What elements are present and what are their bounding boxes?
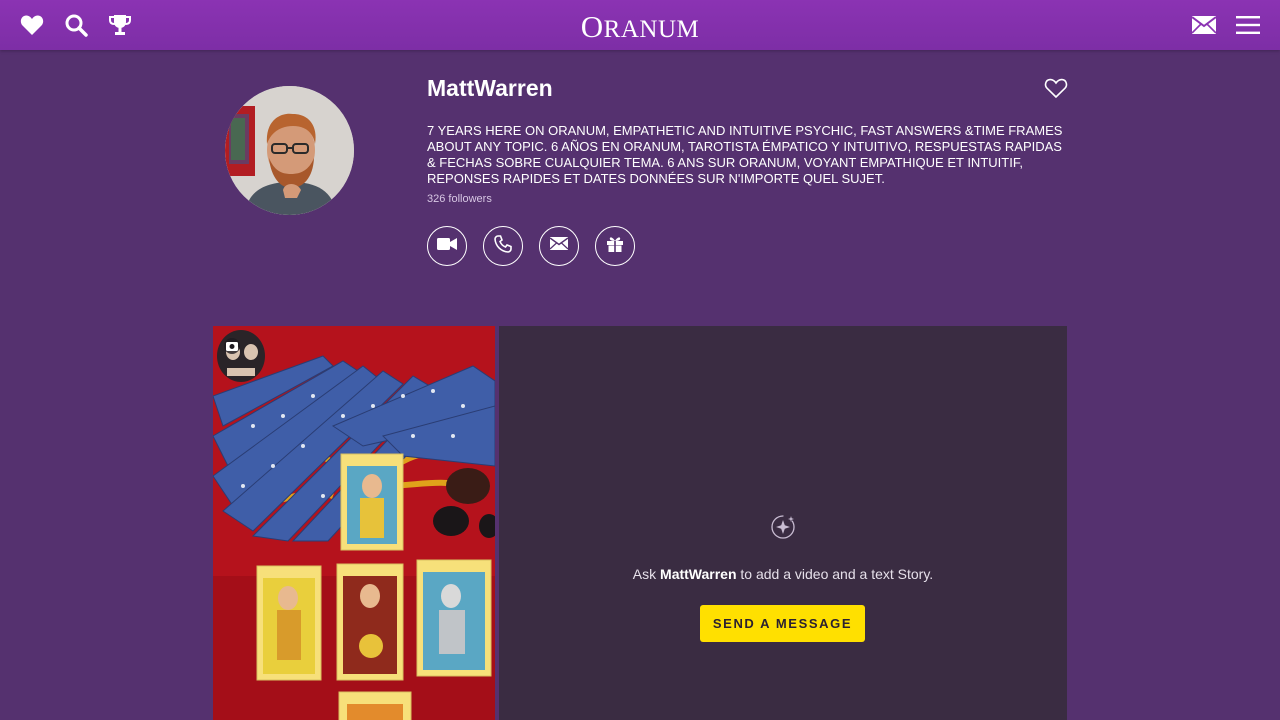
story-prompt-suffix: to add a video and a text Story. (736, 566, 934, 582)
top-navigation-bar: ORANUM (0, 0, 1280, 50)
gift-icon (606, 235, 624, 258)
envelope-icon (549, 237, 569, 255)
add-favorite-heart-icon[interactable] (1044, 77, 1068, 99)
story-prompt-prefix: Ask (632, 566, 661, 582)
send-message-button[interactable] (539, 226, 579, 266)
contact-actions (427, 226, 635, 266)
sparkle-icon (770, 514, 796, 540)
psychic-name: MattWarren (427, 75, 553, 101)
menu-icon[interactable] (1233, 10, 1263, 40)
video-call-button[interactable] (427, 226, 467, 266)
send-gift-button[interactable] (595, 226, 635, 266)
followers-count: 326 followers (427, 193, 492, 205)
profile-photo-tarot-cards[interactable] (213, 326, 495, 720)
story-prompt-name: MattWarren (660, 566, 737, 582)
phone-call-button[interactable] (483, 226, 523, 266)
envelope-icon[interactable] (1189, 10, 1219, 40)
profile-bio: 7 YEARS HERE ON ORANUM, EMPATHETIC AND I… (427, 123, 1063, 186)
send-a-message-button[interactable]: SEND A MESSAGE (700, 605, 865, 642)
phone-icon (494, 234, 512, 258)
story-prompt-text: Ask MattWarren to add a video and a text… (499, 566, 1067, 582)
video-camera-icon (437, 237, 457, 256)
profile-avatar (225, 86, 354, 215)
oranum-logo[interactable]: ORANUM (0, 9, 1280, 45)
